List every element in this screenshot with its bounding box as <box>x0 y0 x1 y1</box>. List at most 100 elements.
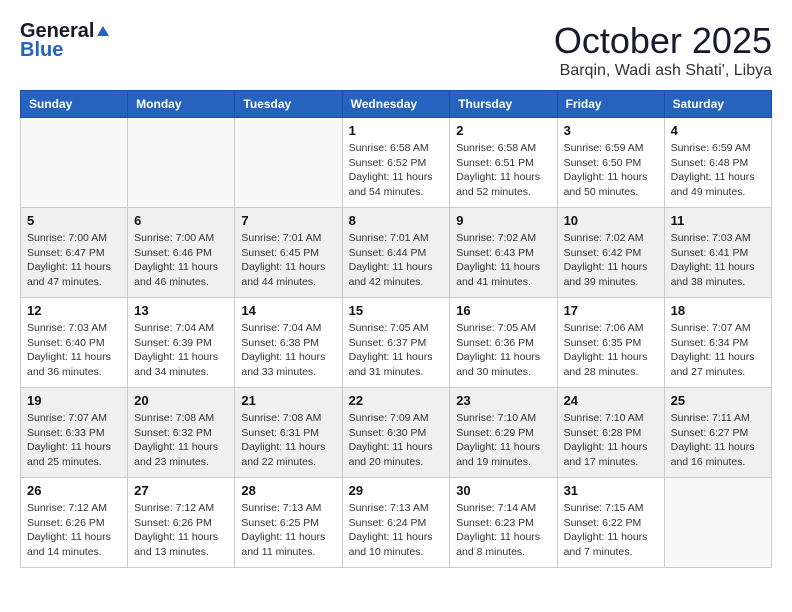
day-number: 26 <box>27 483 121 498</box>
day-number: 28 <box>241 483 335 498</box>
day-info: Sunrise: 7:02 AM Sunset: 6:43 PM Dayligh… <box>456 231 550 290</box>
calendar-cell: 5 Sunrise: 7:00 AM Sunset: 6:47 PM Daylig… <box>21 208 128 298</box>
day-info: Sunrise: 7:14 AM Sunset: 6:23 PM Dayligh… <box>456 501 550 560</box>
day-info: Sunrise: 7:15 AM Sunset: 6:22 PM Dayligh… <box>564 501 658 560</box>
day-info: Sunrise: 7:04 AM Sunset: 6:38 PM Dayligh… <box>241 321 335 380</box>
calendar-week-5: 26 Sunrise: 7:12 AM Sunset: 6:26 PM Dayli… <box>21 478 772 568</box>
day-number: 17 <box>564 303 658 318</box>
col-header-wednesday: Wednesday <box>342 91 450 118</box>
day-number: 5 <box>27 213 121 228</box>
day-number: 16 <box>456 303 550 318</box>
calendar-cell: 14 Sunrise: 7:04 AM Sunset: 6:38 PM Dayli… <box>235 298 342 388</box>
day-info: Sunrise: 7:07 AM Sunset: 6:34 PM Dayligh… <box>671 321 765 380</box>
day-number: 2 <box>456 123 550 138</box>
calendar-cell <box>235 118 342 208</box>
calendar-cell: 16Sunrise: 7:05 AM Sunset: 6:36 PM Dayli… <box>450 298 557 388</box>
day-info: Sunrise: 6:59 AM Sunset: 6:48 PM Dayligh… <box>671 141 765 200</box>
calendar-cell: 18 Sunrise: 7:07 AM Sunset: 6:34 PM Dayli… <box>664 298 771 388</box>
day-info: Sunrise: 7:03 AM Sunset: 6:41 PM Dayligh… <box>671 231 765 290</box>
day-info: Sunrise: 6:59 AM Sunset: 6:50 PM Dayligh… <box>564 141 658 200</box>
day-number: 11 <box>671 213 765 228</box>
calendar-cell: 9 Sunrise: 7:02 AM Sunset: 6:43 PM Daylig… <box>450 208 557 298</box>
col-header-sunday: Sunday <box>21 91 128 118</box>
logo-blue: Blue <box>20 39 63 62</box>
day-info: Sunrise: 7:12 AM Sunset: 6:26 PM Dayligh… <box>134 501 228 560</box>
calendar-week-3: 12Sunrise: 7:03 AM Sunset: 6:40 PM Dayli… <box>21 298 772 388</box>
calendar-cell: 19Sunrise: 7:07 AM Sunset: 6:33 PM Dayli… <box>21 388 128 478</box>
calendar-cell: 27 Sunrise: 7:12 AM Sunset: 6:26 PM Dayli… <box>128 478 235 568</box>
calendar-cell: 15 Sunrise: 7:05 AM Sunset: 6:37 PM Dayli… <box>342 298 450 388</box>
day-number: 6 <box>134 213 228 228</box>
calendar: SundayMondayTuesdayWednesdayThursdayFrid… <box>20 90 772 568</box>
calendar-cell: 4 Sunrise: 6:59 AM Sunset: 6:48 PM Daylig… <box>664 118 771 208</box>
day-info: Sunrise: 7:13 AM Sunset: 6:25 PM Dayligh… <box>241 501 335 560</box>
calendar-cell: 31 Sunrise: 7:15 AM Sunset: 6:22 PM Dayli… <box>557 478 664 568</box>
day-info: Sunrise: 7:11 AM Sunset: 6:27 PM Dayligh… <box>671 411 765 470</box>
day-number: 24 <box>564 393 658 408</box>
day-info: Sunrise: 7:01 AM Sunset: 6:44 PM Dayligh… <box>349 231 444 290</box>
day-info: Sunrise: 7:00 AM Sunset: 6:46 PM Dayligh… <box>134 231 228 290</box>
calendar-week-2: 5 Sunrise: 7:00 AM Sunset: 6:47 PM Daylig… <box>21 208 772 298</box>
calendar-cell: 12Sunrise: 7:03 AM Sunset: 6:40 PM Dayli… <box>21 298 128 388</box>
day-info: Sunrise: 7:05 AM Sunset: 6:37 PM Dayligh… <box>349 321 444 380</box>
day-info: Sunrise: 7:08 AM Sunset: 6:32 PM Dayligh… <box>134 411 228 470</box>
calendar-cell: 29 Sunrise: 7:13 AM Sunset: 6:24 PM Dayli… <box>342 478 450 568</box>
col-header-thursday: Thursday <box>450 91 557 118</box>
col-header-friday: Friday <box>557 91 664 118</box>
day-number: 3 <box>564 123 658 138</box>
day-info: Sunrise: 7:02 AM Sunset: 6:42 PM Dayligh… <box>564 231 658 290</box>
day-number: 7 <box>241 213 335 228</box>
calendar-cell: 20 Sunrise: 7:08 AM Sunset: 6:32 PM Dayli… <box>128 388 235 478</box>
calendar-cell <box>664 478 771 568</box>
calendar-cell: 26Sunrise: 7:12 AM Sunset: 6:26 PM Dayli… <box>21 478 128 568</box>
day-number: 18 <box>671 303 765 318</box>
day-number: 19 <box>27 393 121 408</box>
day-number: 22 <box>349 393 444 408</box>
day-number: 4 <box>671 123 765 138</box>
day-info: Sunrise: 7:03 AM Sunset: 6:40 PM Dayligh… <box>27 321 121 380</box>
day-number: 27 <box>134 483 228 498</box>
calendar-cell: 7Sunrise: 7:01 AM Sunset: 6:45 PM Daylig… <box>235 208 342 298</box>
calendar-cell: 21Sunrise: 7:08 AM Sunset: 6:31 PM Dayli… <box>235 388 342 478</box>
day-info: Sunrise: 7:06 AM Sunset: 6:35 PM Dayligh… <box>564 321 658 380</box>
calendar-cell: 28 Sunrise: 7:13 AM Sunset: 6:25 PM Dayli… <box>235 478 342 568</box>
day-number: 8 <box>349 213 444 228</box>
calendar-cell: 2 Sunrise: 6:58 AM Sunset: 6:51 PM Daylig… <box>450 118 557 208</box>
month-title: October 2025 <box>554 20 772 62</box>
day-number: 13 <box>134 303 228 318</box>
calendar-cell: 17 Sunrise: 7:06 AM Sunset: 6:35 PM Dayli… <box>557 298 664 388</box>
calendar-week-1: 1 Sunrise: 6:58 AM Sunset: 6:52 PM Daylig… <box>21 118 772 208</box>
day-info: Sunrise: 7:00 AM Sunset: 6:47 PM Dayligh… <box>27 231 121 290</box>
calendar-cell: 13Sunrise: 7:04 AM Sunset: 6:39 PM Dayli… <box>128 298 235 388</box>
calendar-cell: 25 Sunrise: 7:11 AM Sunset: 6:27 PM Dayli… <box>664 388 771 478</box>
calendar-cell <box>21 118 128 208</box>
day-number: 25 <box>671 393 765 408</box>
day-number: 31 <box>564 483 658 498</box>
page-header: General Blue October 2025 Barqin, Wadi a… <box>20 20 772 80</box>
day-number: 10 <box>564 213 658 228</box>
logo: General Blue <box>20 20 112 62</box>
day-number: 15 <box>349 303 444 318</box>
day-info: Sunrise: 6:58 AM Sunset: 6:52 PM Dayligh… <box>349 141 444 200</box>
calendar-cell: 1 Sunrise: 6:58 AM Sunset: 6:52 PM Daylig… <box>342 118 450 208</box>
calendar-cell: 30Sunrise: 7:14 AM Sunset: 6:23 PM Dayli… <box>450 478 557 568</box>
calendar-cell: 23Sunrise: 7:10 AM Sunset: 6:29 PM Dayli… <box>450 388 557 478</box>
day-number: 9 <box>456 213 550 228</box>
day-number: 14 <box>241 303 335 318</box>
day-number: 1 <box>349 123 444 138</box>
day-number: 29 <box>349 483 444 498</box>
title-block: October 2025 Barqin, Wadi ash Shati', Li… <box>554 20 772 80</box>
calendar-cell: 6 Sunrise: 7:00 AM Sunset: 6:46 PM Daylig… <box>128 208 235 298</box>
col-header-tuesday: Tuesday <box>235 91 342 118</box>
day-number: 23 <box>456 393 550 408</box>
day-info: Sunrise: 6:58 AM Sunset: 6:51 PM Dayligh… <box>456 141 550 200</box>
day-number: 21 <box>241 393 335 408</box>
day-info: Sunrise: 7:10 AM Sunset: 6:28 PM Dayligh… <box>564 411 658 470</box>
calendar-header-row: SundayMondayTuesdayWednesdayThursdayFrid… <box>21 91 772 118</box>
calendar-week-4: 19Sunrise: 7:07 AM Sunset: 6:33 PM Dayli… <box>21 388 772 478</box>
calendar-cell: 11 Sunrise: 7:03 AM Sunset: 6:41 PM Dayli… <box>664 208 771 298</box>
day-info: Sunrise: 7:13 AM Sunset: 6:24 PM Dayligh… <box>349 501 444 560</box>
logo-icon <box>95 24 111 40</box>
day-number: 20 <box>134 393 228 408</box>
col-header-saturday: Saturday <box>664 91 771 118</box>
